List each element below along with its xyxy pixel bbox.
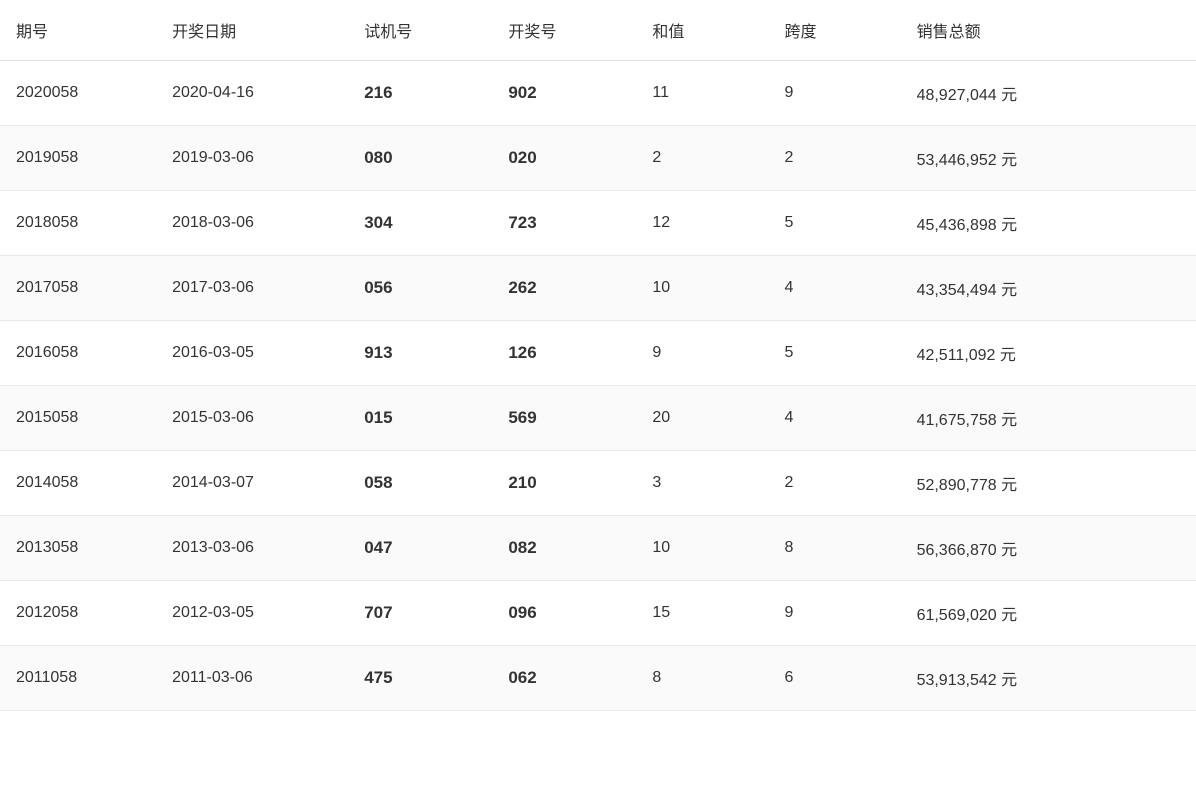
table-row: 20190582019-03-060800202253,446,952 元 <box>0 126 1196 191</box>
cell-kaijang: 126 <box>492 321 636 386</box>
cell-date: 2018-03-06 <box>156 191 348 256</box>
cell-qihao: 2014058 <box>0 451 156 516</box>
cell-date: 2019-03-06 <box>156 126 348 191</box>
cell-kuadu: 6 <box>768 646 900 711</box>
table-row: 20130582013-03-0604708210856,366,870 元 <box>0 516 1196 581</box>
header-shiji: 试机号 <box>348 0 492 61</box>
cell-hezhi: 10 <box>636 516 768 581</box>
main-container: 期号 开奖日期 试机号 开奖号 和值 跨度 销售总额 20200582020-0… <box>0 0 1196 786</box>
cell-kuadu: 4 <box>768 386 900 451</box>
cell-date: 2012-03-05 <box>156 581 348 646</box>
cell-kuadu: 2 <box>768 126 900 191</box>
cell-qihao: 2012058 <box>0 581 156 646</box>
cell-hezhi: 10 <box>636 256 768 321</box>
cell-xiaoshou: 61,569,020 元 <box>901 581 1196 646</box>
table-row: 20160582016-03-059131269542,511,092 元 <box>0 321 1196 386</box>
cell-date: 2014-03-07 <box>156 451 348 516</box>
cell-date: 2020-04-16 <box>156 61 348 126</box>
cell-date: 2016-03-05 <box>156 321 348 386</box>
cell-shiji: 080 <box>348 126 492 191</box>
cell-kaijang: 096 <box>492 581 636 646</box>
cell-kuadu: 2 <box>768 451 900 516</box>
cell-hezhi: 3 <box>636 451 768 516</box>
cell-kaijang: 082 <box>492 516 636 581</box>
cell-kaijang: 569 <box>492 386 636 451</box>
cell-kuadu: 9 <box>768 61 900 126</box>
cell-date: 2015-03-06 <box>156 386 348 451</box>
cell-qihao: 2011058 <box>0 646 156 711</box>
cell-xiaoshou: 53,913,542 元 <box>901 646 1196 711</box>
header-date: 开奖日期 <box>156 0 348 61</box>
cell-xiaoshou: 52,890,778 元 <box>901 451 1196 516</box>
cell-xiaoshou: 48,927,044 元 <box>901 61 1196 126</box>
table-row: 20150582015-03-0601556920441,675,758 元 <box>0 386 1196 451</box>
cell-hezhi: 20 <box>636 386 768 451</box>
table-row: 20200582020-04-1621690211948,927,044 元 <box>0 61 1196 126</box>
cell-shiji: 475 <box>348 646 492 711</box>
cell-hezhi: 9 <box>636 321 768 386</box>
cell-qihao: 2015058 <box>0 386 156 451</box>
cell-kuadu: 8 <box>768 516 900 581</box>
cell-kuadu: 5 <box>768 321 900 386</box>
lottery-table: 期号 开奖日期 试机号 开奖号 和值 跨度 销售总额 20200582020-0… <box>0 0 1196 711</box>
table-row: 20170582017-03-0605626210443,354,494 元 <box>0 256 1196 321</box>
cell-shiji: 015 <box>348 386 492 451</box>
cell-hezhi: 15 <box>636 581 768 646</box>
cell-hezhi: 8 <box>636 646 768 711</box>
cell-shiji: 707 <box>348 581 492 646</box>
table-header-row: 期号 开奖日期 试机号 开奖号 和值 跨度 销售总额 <box>0 0 1196 61</box>
cell-kuadu: 4 <box>768 256 900 321</box>
cell-hezhi: 12 <box>636 191 768 256</box>
cell-date: 2011-03-06 <box>156 646 348 711</box>
cell-qihao: 2020058 <box>0 61 156 126</box>
cell-qihao: 2017058 <box>0 256 156 321</box>
table-row: 20140582014-03-070582103252,890,778 元 <box>0 451 1196 516</box>
cell-kaijang: 020 <box>492 126 636 191</box>
cell-kaijang: 210 <box>492 451 636 516</box>
header-qihao: 期号 <box>0 0 156 61</box>
cell-xiaoshou: 56,366,870 元 <box>901 516 1196 581</box>
cell-xiaoshou: 41,675,758 元 <box>901 386 1196 451</box>
cell-qihao: 2019058 <box>0 126 156 191</box>
cell-shiji: 058 <box>348 451 492 516</box>
cell-kuadu: 9 <box>768 581 900 646</box>
cell-shiji: 913 <box>348 321 492 386</box>
header-xiaoshou: 销售总额 <box>901 0 1196 61</box>
cell-xiaoshou: 53,446,952 元 <box>901 126 1196 191</box>
cell-hezhi: 2 <box>636 126 768 191</box>
cell-qihao: 2018058 <box>0 191 156 256</box>
header-hezhi: 和值 <box>636 0 768 61</box>
cell-qihao: 2013058 <box>0 516 156 581</box>
cell-hezhi: 11 <box>636 61 768 126</box>
cell-kuadu: 5 <box>768 191 900 256</box>
table-row: 20120582012-03-0570709615961,569,020 元 <box>0 581 1196 646</box>
cell-kaijang: 062 <box>492 646 636 711</box>
cell-xiaoshou: 43,354,494 元 <box>901 256 1196 321</box>
cell-shiji: 056 <box>348 256 492 321</box>
cell-xiaoshou: 42,511,092 元 <box>901 321 1196 386</box>
cell-kaijang: 902 <box>492 61 636 126</box>
cell-kaijang: 723 <box>492 191 636 256</box>
cell-date: 2013-03-06 <box>156 516 348 581</box>
header-kuadu: 跨度 <box>768 0 900 61</box>
table-row: 20110582011-03-064750628653,913,542 元 <box>0 646 1196 711</box>
cell-kaijang: 262 <box>492 256 636 321</box>
cell-shiji: 216 <box>348 61 492 126</box>
cell-xiaoshou: 45,436,898 元 <box>901 191 1196 256</box>
header-kaijang: 开奖号 <box>492 0 636 61</box>
cell-shiji: 304 <box>348 191 492 256</box>
cell-date: 2017-03-06 <box>156 256 348 321</box>
cell-qihao: 2016058 <box>0 321 156 386</box>
table-row: 20180582018-03-0630472312545,436,898 元 <box>0 191 1196 256</box>
cell-shiji: 047 <box>348 516 492 581</box>
